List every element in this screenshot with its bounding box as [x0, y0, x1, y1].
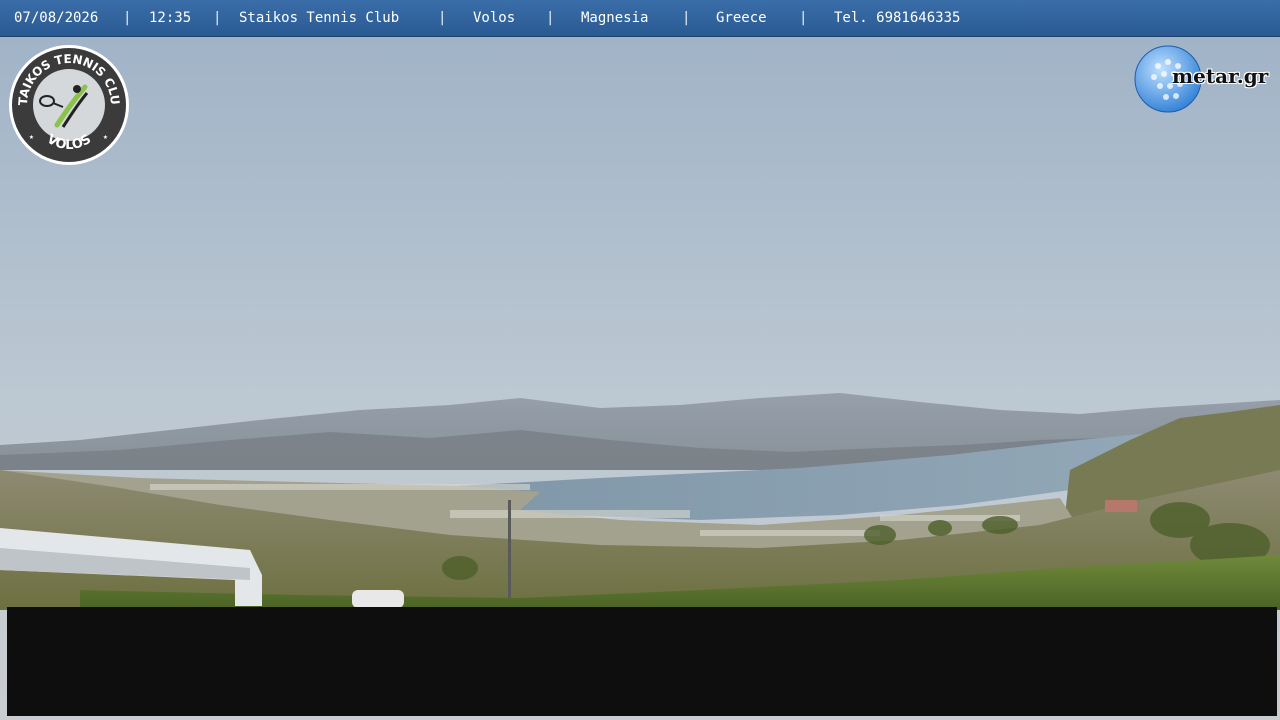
metar-logo-text: metar.gr: [1172, 64, 1269, 88]
separator: |: [438, 10, 447, 26]
separator: |: [546, 10, 555, 26]
separator: |: [123, 10, 132, 26]
region-text: Magnesia: [581, 10, 649, 26]
country-text: Greece: [716, 10, 767, 26]
red-roof: [1105, 500, 1137, 512]
club-logo: STAIKOS TENNIS CLUB VOLOS ★ ★: [7, 43, 129, 165]
white-bags: [352, 590, 404, 608]
club-name-text: Staikos Tennis Club: [239, 10, 400, 26]
separator: |: [682, 10, 691, 26]
city-text: Volos: [473, 10, 516, 26]
separator: |: [799, 10, 808, 26]
separator: |: [213, 10, 222, 26]
info-bar: 07/08/2026 | 12:35 | Staikos Tennis Club…: [0, 0, 1280, 37]
bottom-overlay-panel: [7, 607, 1277, 716]
phone-text: Tel. 6981646335: [834, 10, 961, 26]
time-text: 12:35: [149, 10, 192, 26]
utility-pole: [508, 500, 511, 605]
date-text: 07/08/2026: [14, 10, 99, 26]
star-icon: ★: [29, 132, 34, 141]
star-icon: ★: [103, 132, 108, 141]
